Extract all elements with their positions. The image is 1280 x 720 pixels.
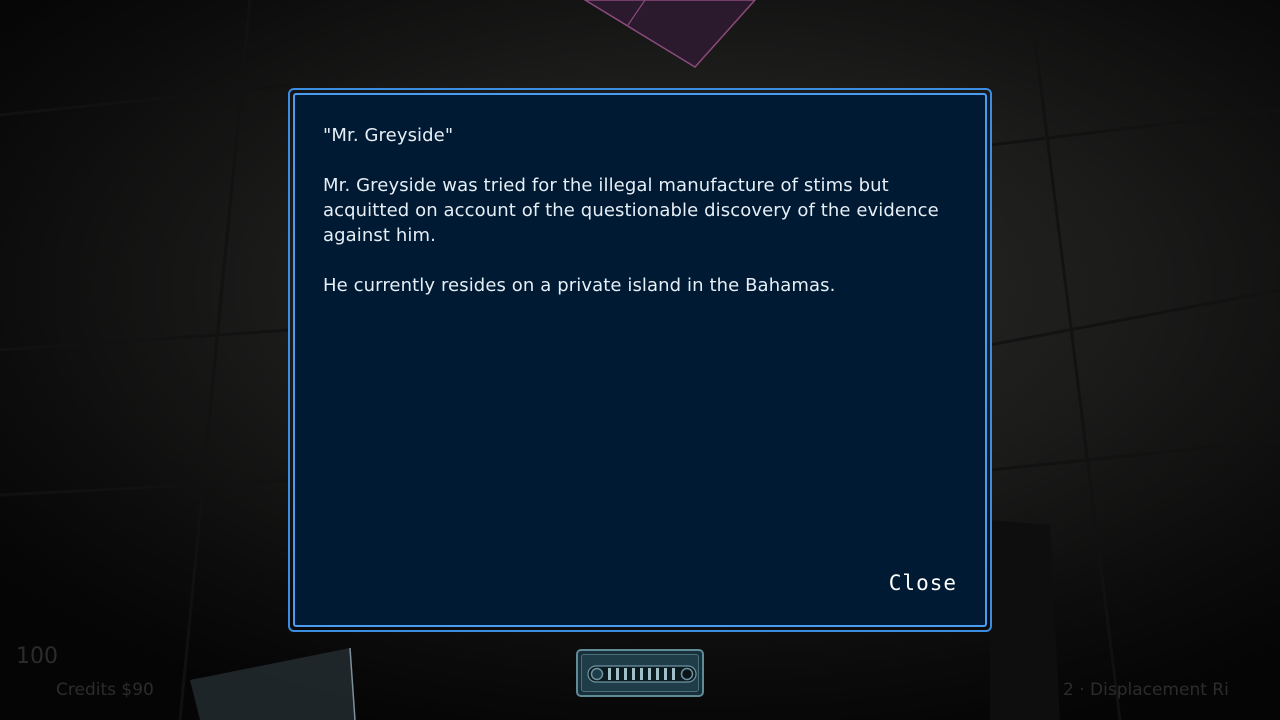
note-paragraph: Mr. Greyside was tried for the illegal m… (323, 175, 939, 246)
readable-note-dialog: "Mr. Greyside" Mr. Greyside was tried fo… (288, 88, 992, 632)
hud-augmentation-device (576, 649, 704, 697)
dialog-panel: "Mr. Greyside" Mr. Greyside was tried fo… (293, 93, 987, 627)
close-button[interactable]: Close (889, 571, 957, 595)
device-slots-icon (587, 665, 697, 683)
note-paragraph: He currently resides on a private island… (323, 275, 836, 296)
hud-weapon-name: 2 · Displacement Ri (1063, 680, 1229, 700)
hud-device-display (581, 654, 699, 692)
note-title: "Mr. Greyside" (323, 125, 454, 146)
hud-health-value: 100 (16, 644, 58, 669)
game-scene-background: 100 Credits $90 2 · Displacement Ri "Mr.… (0, 0, 1280, 720)
hud-credits: Credits $90 (56, 680, 154, 700)
dialog-body: "Mr. Greyside" Mr. Greyside was tried fo… (323, 123, 963, 298)
